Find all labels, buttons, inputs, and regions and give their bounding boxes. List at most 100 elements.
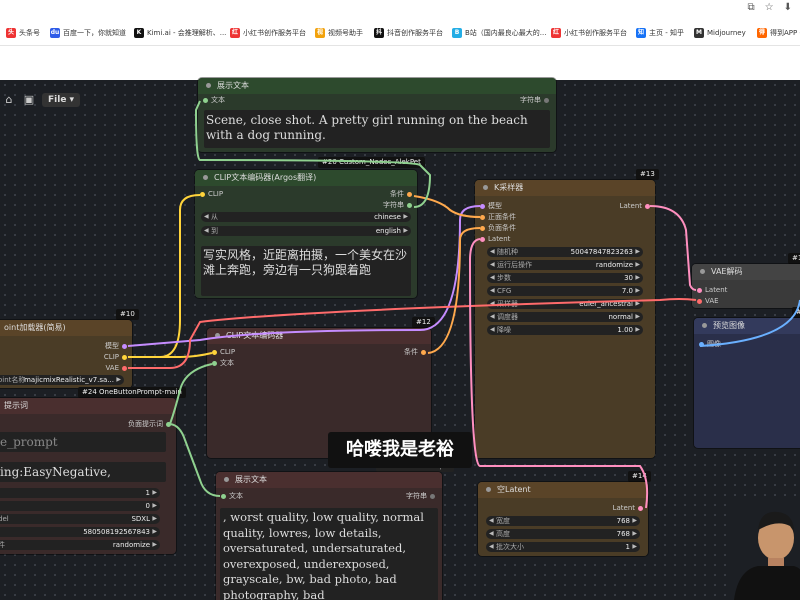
negative-prompt-textarea[interactable]: ing:EasyNegative, bbox=[0, 462, 166, 482]
file-menu-button[interactable]: File ▾ bbox=[42, 93, 81, 107]
output-string-slot[interactable]: 字符串 bbox=[406, 492, 438, 501]
arrow-right-icon[interactable]: ▶ bbox=[635, 273, 640, 283]
ksampler-node[interactable]: K采样器 模型 正面条件 负面条件 Latent Latent ◀ 随机种 5004… bbox=[475, 180, 655, 458]
output-vae-slot[interactable]: VAE bbox=[105, 364, 130, 373]
arrow-left-icon[interactable]: ◀ bbox=[489, 516, 494, 526]
arrow-left-icon[interactable]: ◀ bbox=[490, 312, 495, 322]
display-textarea[interactable]: Scene, close shot. A pretty girl running… bbox=[204, 110, 550, 148]
ksampler-widget-1[interactable]: ◀ 运行后操作 randomize ▶ bbox=[487, 260, 643, 270]
input-clip-slot[interactable]: CLIP bbox=[197, 190, 223, 199]
arrow-left-icon[interactable]: ◀ bbox=[490, 273, 495, 283]
arrow-right-icon[interactable]: ▶ bbox=[403, 212, 408, 222]
output-string-slot[interactable]: 字符串 bbox=[520, 96, 552, 105]
arrow-left-icon[interactable]: ◀ bbox=[489, 542, 494, 552]
bookmark-douyin[interactable]: 抖抖音创作服务平台 bbox=[374, 27, 443, 39]
input-model-slot[interactable]: 模型 bbox=[477, 202, 502, 211]
bookmark-shipinhao[interactable]: 视视频号助手 bbox=[315, 27, 363, 39]
arrow-left-icon[interactable]: ◀ bbox=[489, 529, 494, 539]
arrow-right-icon[interactable]: ▶ bbox=[635, 325, 640, 335]
ksampler-widget-3[interactable]: ◀ CFG 7.0 ▶ bbox=[487, 286, 643, 296]
output-latent-slot[interactable]: Latent bbox=[620, 202, 653, 211]
arrow-right-icon[interactable]: ▶ bbox=[632, 529, 637, 539]
arrow-left-icon[interactable]: ◀ bbox=[490, 299, 495, 309]
bookmark-toutiao[interactable]: 头头条号 bbox=[6, 27, 40, 39]
from-language-select[interactable]: ◀ 从 chinese ▶ bbox=[201, 212, 411, 222]
bookmark-zhihu[interactable]: 知主页 - 知乎 bbox=[636, 27, 684, 39]
show-text-node-top[interactable]: 展示文本 文本 字符串 Scene, close shot. A pretty … bbox=[198, 78, 556, 152]
translate-icon[interactable]: ⧉ bbox=[748, 2, 755, 16]
arrow-right-icon[interactable]: ▶ bbox=[635, 299, 640, 309]
show-text-node-bottom[interactable]: 展示文本 文本 字符串 , worst quality, low quality… bbox=[216, 472, 442, 600]
arrow-right-icon[interactable]: ▶ bbox=[635, 247, 640, 257]
number-widget-2[interactable]: 0 ▶ bbox=[0, 501, 160, 511]
output-latent-slot[interactable]: Latent bbox=[613, 504, 646, 513]
model-select[interactable]: del SDXL ▶ bbox=[0, 514, 160, 524]
arrow-right-icon[interactable]: ▶ bbox=[632, 542, 637, 552]
arrow-right-icon[interactable]: ▶ bbox=[403, 226, 408, 236]
input-vae-slot[interactable]: VAE bbox=[694, 297, 719, 306]
star-icon[interactable]: ☆ bbox=[765, 2, 774, 16]
bookmark-kimi[interactable]: K Kimi.ai - 会推理解析、... bbox=[134, 27, 226, 39]
input-text-slot[interactable]: 文本 bbox=[200, 96, 225, 105]
input-positive-slot[interactable]: 正面条件 bbox=[477, 213, 516, 222]
arrow-right-icon[interactable]: ▶ bbox=[635, 286, 640, 296]
one-button-prompt-node[interactable]: 提示词 负面提示词 e_prompt ing:EasyNegative, 1 ▶ … bbox=[0, 398, 176, 554]
input-text-slot[interactable]: 文本 bbox=[218, 492, 243, 501]
negative-text-display[interactable]: , worst quality, low quality, normal qua… bbox=[220, 508, 438, 600]
bookmark-xiaohongshu-2[interactable]: 红小红书创作服务平台 bbox=[551, 27, 627, 39]
node-header[interactable]: 展示文本 bbox=[198, 78, 556, 94]
checkpoint-loader-node[interactable]: oint加载器(简易) 模型 CLIP VAE oint名称 majicmixRe… bbox=[0, 320, 132, 388]
arrow-right-icon[interactable]: ▶ bbox=[635, 260, 640, 270]
arrow-left-icon[interactable]: ◀ bbox=[490, 325, 495, 335]
output-negative-prompt-slot[interactable]: 负面提示词 bbox=[128, 420, 174, 429]
number-widget-1[interactable]: 1 ▶ bbox=[0, 488, 160, 498]
output-model-slot[interactable]: 模型 bbox=[105, 342, 130, 351]
output-condition-slot[interactable]: 条件 bbox=[390, 190, 415, 199]
ksampler-widget-5[interactable]: ◀ 调度器 normal ▶ bbox=[487, 312, 643, 322]
empty-latent-widget-0[interactable]: ◀ 宽度 768 ▶ bbox=[486, 516, 640, 526]
node-header[interactable]: VAE解码 bbox=[692, 264, 800, 280]
extension-icon[interactable]: ⬇ bbox=[784, 2, 792, 16]
bookmark-dedao[interactable]: 得得到APP - bbox=[757, 27, 800, 39]
bookmark-xiaohongshu[interactable]: 红小红书创作服务平台 bbox=[230, 27, 306, 39]
empty-latent-widget-1[interactable]: ◀ 高度 768 ▶ bbox=[486, 529, 640, 539]
input-clip-slot[interactable]: CLIP bbox=[209, 348, 235, 357]
input-latent-slot[interactable]: Latent bbox=[694, 286, 727, 295]
node-header[interactable]: 展示文本 bbox=[216, 472, 442, 488]
node-header[interactable]: K采样器 bbox=[475, 180, 655, 196]
control-after-generate-select[interactable]: 件 randomize ▶ bbox=[0, 540, 160, 550]
output-string-slot[interactable]: 字符串 bbox=[383, 201, 415, 210]
node-header[interactable]: 提示词 bbox=[0, 398, 176, 414]
ksampler-widget-4[interactable]: ◀ 采样器 euler_ancestral ▶ bbox=[487, 299, 643, 309]
node-header[interactable]: 预览图像 bbox=[694, 318, 800, 334]
bookmark-bilibili[interactable]: B B站（国内最良心最大的... bbox=[452, 27, 546, 39]
chinese-prompt-textarea[interactable]: 写实风格，近距离拍摄，一个美女在沙滩上奔跑，旁边有一只狗跟着跑 bbox=[201, 246, 411, 296]
bookmark-baidu[interactable]: du 百度一下，你就知道 bbox=[50, 27, 126, 39]
arrow-left-icon[interactable]: ◀ bbox=[490, 247, 495, 257]
input-image-slot[interactable]: 图像 bbox=[696, 340, 721, 349]
seed-widget[interactable]: 580508192567843 ▶ bbox=[0, 527, 160, 537]
node-header[interactable]: 空Latent bbox=[478, 482, 648, 498]
ksampler-widget-2[interactable]: ◀ 步数 30 ▶ bbox=[487, 273, 643, 283]
ksampler-widget-0[interactable]: ◀ 随机种 50047847823263 ▶ bbox=[487, 247, 643, 257]
arrow-right-icon[interactable]: ▶ bbox=[116, 375, 121, 385]
output-condition-slot[interactable]: 条件 bbox=[404, 348, 429, 357]
input-text-slot[interactable]: 文本 bbox=[209, 359, 234, 368]
output-clip-slot[interactable]: CLIP bbox=[104, 353, 130, 362]
vae-decode-node[interactable]: VAE解码 Latent VAE bbox=[692, 264, 800, 308]
node-header[interactable]: oint加载器(简易) bbox=[0, 320, 132, 336]
image-icon[interactable]: ▣ bbox=[22, 93, 36, 107]
checkpoint-name-select[interactable]: oint名称 majicmixRealistic_v7.sa... ▶ bbox=[0, 375, 124, 385]
arrow-right-icon[interactable]: ▶ bbox=[632, 516, 637, 526]
node-header[interactable]: CLIP文本编码器(Argos翻译) bbox=[195, 170, 417, 186]
prompt-textarea[interactable]: e_prompt bbox=[0, 432, 166, 452]
arrow-right-icon[interactable]: ▶ bbox=[635, 312, 640, 322]
empty-latent-node[interactable]: 空Latent Latent ◀ 宽度 768 ▶ ◀ 高度 768 ▶ ◀ 批次大小 1 ▶ bbox=[478, 482, 648, 556]
arrow-left-icon[interactable]: ◀ bbox=[490, 286, 495, 296]
arrow-left-icon[interactable]: ◀ bbox=[204, 226, 209, 236]
clip-argos-node[interactable]: CLIP文本编码器(Argos翻译) CLIP 条件 字符串 ◀ 从 chinese… bbox=[195, 170, 417, 298]
empty-latent-widget-2[interactable]: ◀ 批次大小 1 ▶ bbox=[486, 542, 640, 552]
to-language-select[interactable]: ◀ 到 english ▶ bbox=[201, 226, 411, 236]
input-latent-slot[interactable]: Latent bbox=[477, 235, 510, 244]
bookmark-midjourney[interactable]: M Midjourney bbox=[694, 27, 746, 39]
